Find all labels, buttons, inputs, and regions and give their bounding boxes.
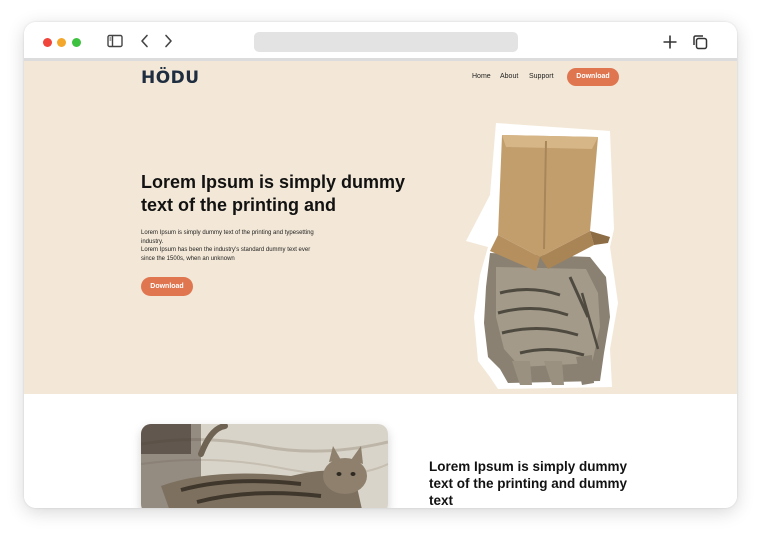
hero-section: HÖDU Home About Support Download Lorem I… [24,61,737,394]
hero-description-line: Lorem Ipsum has been the industry's stan… [141,247,311,262]
nav-download-button[interactable]: Download [567,68,619,86]
nav-link-home[interactable]: Home [472,73,491,80]
browser-window: HÖDU Home About Support Download Lorem I… [24,22,737,508]
address-bar[interactable] [254,32,518,52]
nav-link-about[interactable]: About [500,73,518,80]
forward-arrow-icon[interactable] [162,34,174,53]
site-logo[interactable]: HÖDU [141,68,200,88]
nav-link-support[interactable]: Support [529,73,554,80]
close-window-button[interactable] [43,38,52,47]
browser-toolbar [24,22,737,61]
cat-lying-on-bed-photo [141,424,388,508]
hero-cat-box-image [460,117,620,399]
new-tab-plus-icon[interactable] [662,34,678,55]
hero-description-line: Lorem Ipsum is simply dummy text of the … [141,230,314,245]
sidebar-toggle-icon[interactable] [107,34,123,53]
feature-title: Lorem Ipsum is simply dummy text of the … [429,459,628,508]
feature-section: Lorem Ipsum is simply dummy text of the … [24,394,737,508]
hero-description: Lorem Ipsum is simply dummy text of the … [141,229,321,263]
tab-overview-icon[interactable] [692,34,708,55]
back-arrow-icon[interactable] [139,34,151,53]
zoom-window-button[interactable] [72,38,81,47]
hero-title: Lorem Ipsum is simply dummy text of the … [141,172,406,215]
minimize-window-button[interactable] [57,38,66,47]
web-page: HÖDU Home About Support Download Lorem I… [24,61,737,508]
hero-download-button[interactable]: Download [141,277,193,296]
